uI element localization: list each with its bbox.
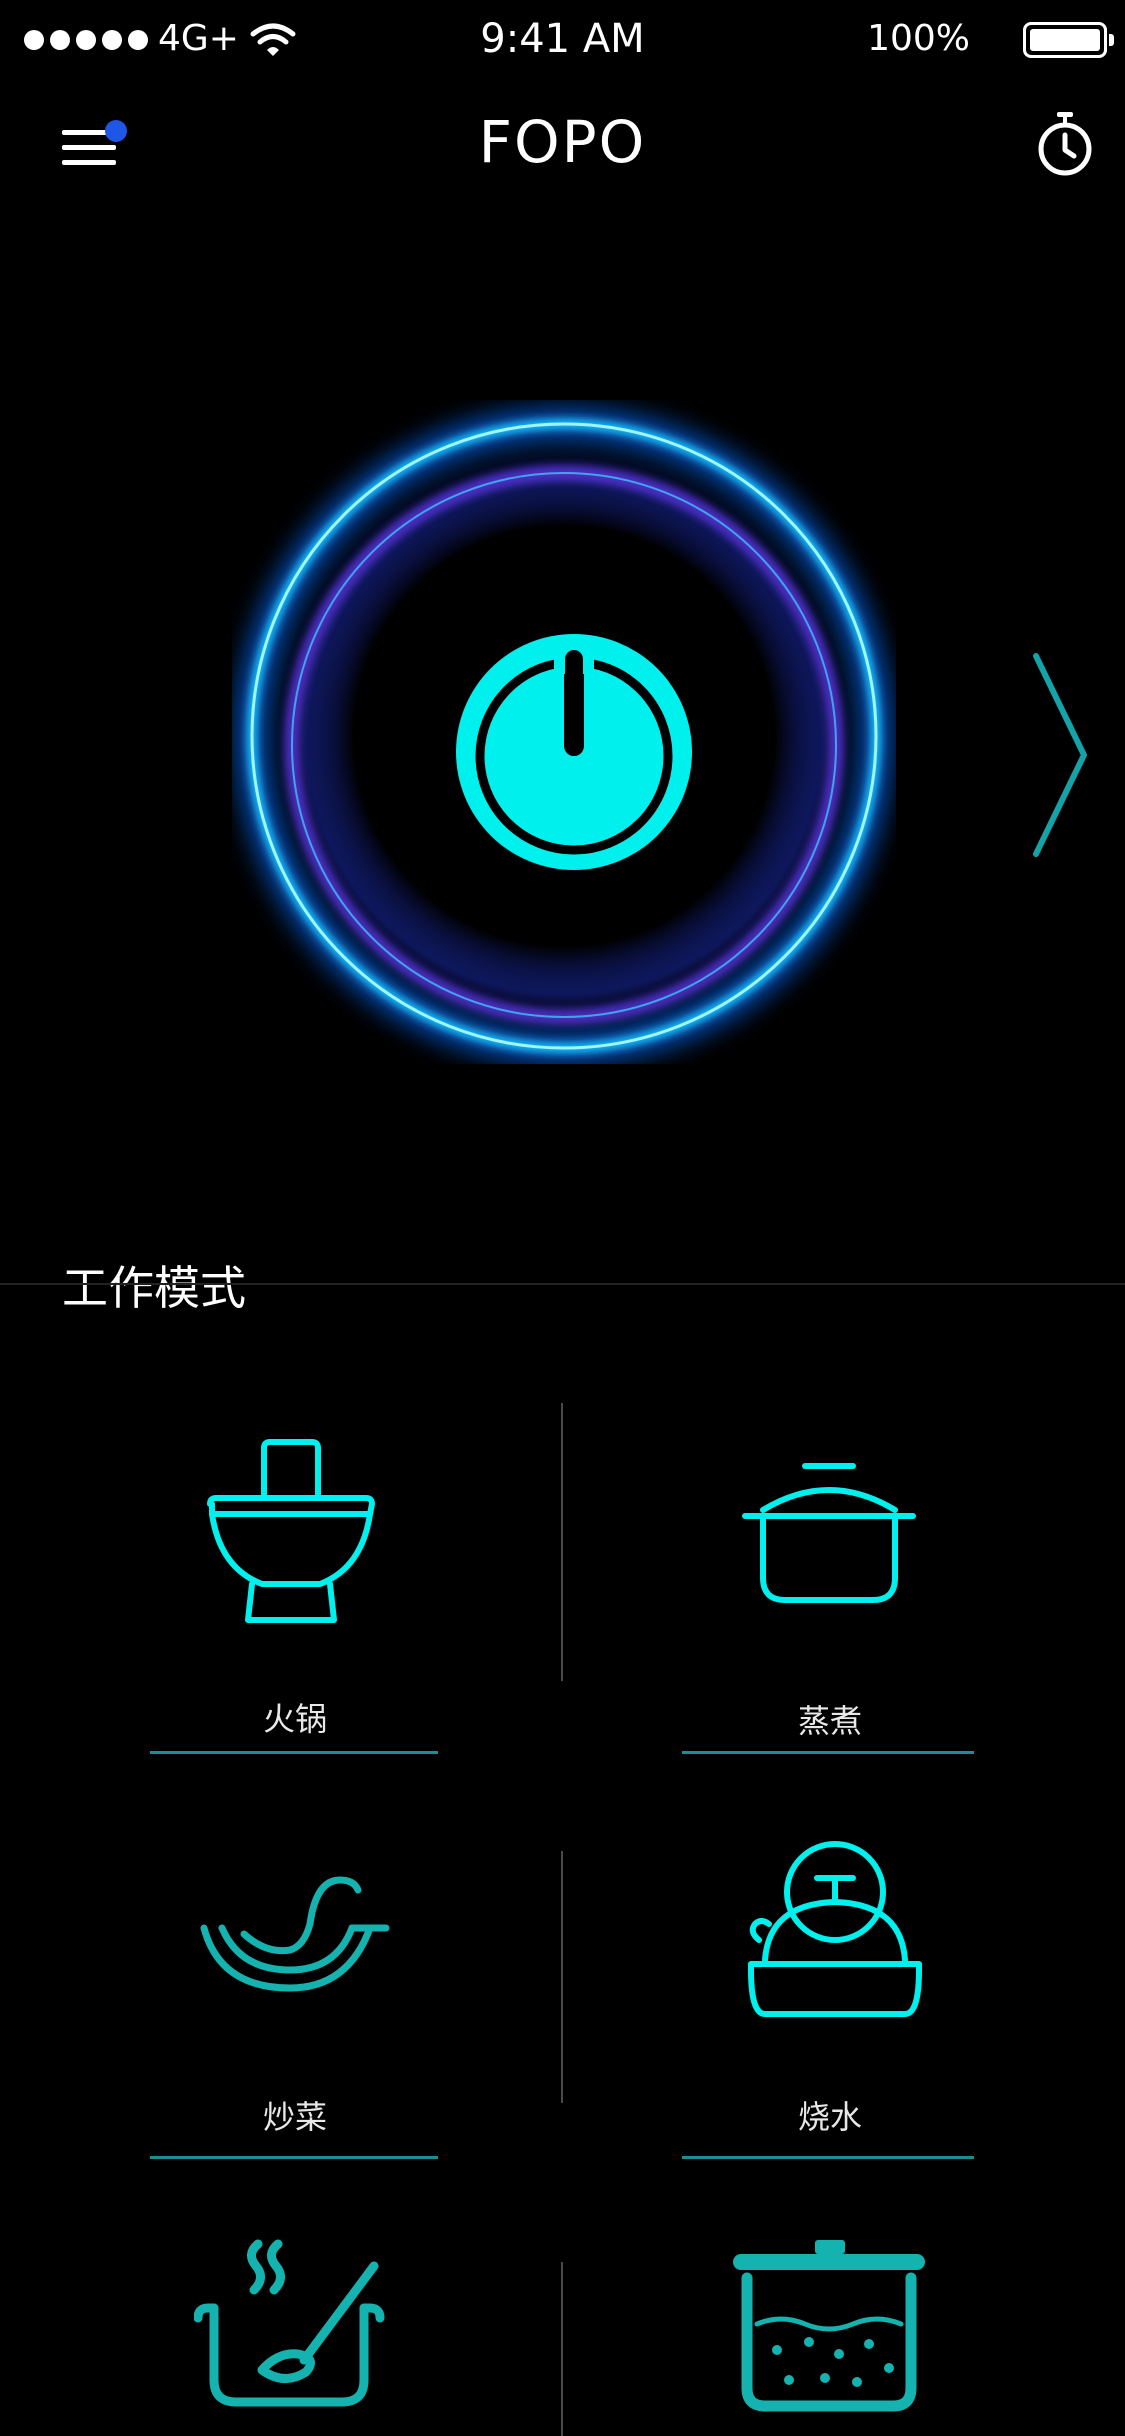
kettle-icon [748,1841,922,2017]
mode-steam[interactable]: 蒸煮 [683,1420,973,1760]
steam-pot-icon [742,1463,916,1603]
battery-icon [1023,22,1114,58]
section-title: 工作模式 [62,1261,246,1315]
mode-label: 烧水 [797,2098,862,2136]
hotpot-icon [207,1439,375,1623]
mode-label: 火锅 [262,1700,327,1738]
mode-hotpot[interactable]: 火锅 [150,1420,440,1760]
mode-stew[interactable] [683,2230,973,2436]
mode-underline [682,1751,974,1754]
mode-underline [682,2156,974,2159]
mode-stir-fry[interactable]: 炒菜 [150,1860,440,2160]
column-separator [561,1851,563,2103]
mode-label: 炒菜 [262,2098,327,2136]
mode-underline [150,1751,438,1754]
battery-percentage: 100% [867,18,970,59]
mode-underline [150,2156,438,2159]
power-icon[interactable] [452,630,696,874]
stopwatch-icon[interactable] [1036,110,1094,176]
mode-soup[interactable] [150,2230,440,2436]
app-title: FOPO [478,108,647,176]
chevron-right-icon[interactable] [1030,650,1090,860]
section-divider [0,1283,1125,1285]
mode-label: 蒸煮 [797,1702,862,1740]
mode-boil-water[interactable]: 烧水 [683,1840,973,2160]
wok-icon [200,1876,390,1992]
column-separator [561,2262,563,2436]
status-bar: 4G+ 9:41 AM 100% [0,0,1125,80]
soup-ladle-icon [194,2239,385,2407]
stockpot-icon [733,2240,925,2412]
column-separator [561,1403,563,1681]
